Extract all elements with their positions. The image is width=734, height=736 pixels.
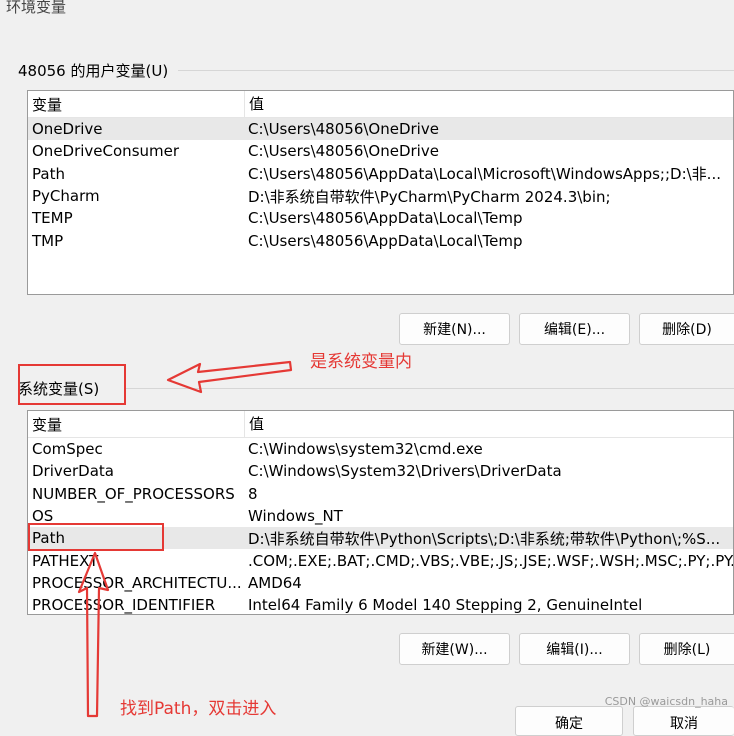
user-var-value: C:\Users\48056\OneDrive — [248, 142, 439, 161]
ok-button[interactable]: 确定 — [515, 706, 623, 736]
user-var-name: OneDrive — [32, 120, 103, 139]
system-var-value: D:\非系统自带软件\Python\Scripts\;D:\非系统;带软件\Py… — [248, 529, 721, 548]
user-var-row-pycharm[interactable]: PyCharm D:\非系统自带软件\PyCharm\PyCharm 2024.… — [28, 185, 733, 207]
user-var-value: D:\非系统自带软件\PyCharm\PyCharm 2024.3\bin; — [248, 187, 611, 206]
column-header-name[interactable]: 变量 — [28, 94, 244, 115]
system-var-row-processor-identifier[interactable]: PROCESSOR_IDENTIFIER Intel64 Family 6 Mo… — [28, 594, 733, 615]
system-var-value: Intel64 Family 6 Model 140 Stepping 2, G… — [248, 596, 643, 615]
system-new-button[interactable]: 新建(W)... — [399, 633, 510, 665]
user-var-value: C:\Users\48056\AppData\Local\Temp — [248, 209, 523, 228]
system-var-row-processor-architecture[interactable]: PROCESSOR_ARCHITECTU... AMD64 — [28, 572, 733, 594]
user-vars-group-divider — [178, 70, 734, 71]
user-var-value: C:\Users\48056\OneDrive — [248, 120, 439, 139]
user-var-row-onedrive[interactable]: OneDrive C:\Users\48056\OneDrive — [28, 118, 733, 141]
path-annotation: 找到Path，双击进入 — [120, 699, 277, 719]
column-header-value[interactable]: 值 — [244, 91, 733, 117]
user-var-value: C:\Users\48056\AppData\Local\Microsoft\W… — [248, 165, 721, 184]
system-var-row-pathext[interactable]: PATHEXT .COM;.EXE;.BAT;.CMD;.VBS;.VBE;.J… — [28, 549, 733, 571]
user-vars-list-header: 变量 值 — [28, 91, 733, 118]
user-vars-list[interactable]: 变量 值 OneDrive C:\Users\48056\OneDrive On… — [27, 90, 734, 295]
system-delete-button[interactable]: 删除(L) — [639, 633, 734, 665]
user-var-row-temp[interactable]: TEMP C:\Users\48056\AppData\Local\Temp — [28, 207, 733, 229]
system-var-name: ComSpec — [32, 440, 103, 459]
user-var-name: TMP — [32, 231, 64, 250]
system-var-value: 8 — [248, 484, 258, 503]
user-var-name: TEMP — [32, 209, 73, 228]
csdn-watermark: CSDN @waicsdn_haha — [604, 695, 728, 708]
user-edit-button[interactable]: 编辑(E)... — [519, 313, 630, 345]
system-var-name: PROCESSOR_ARCHITECTU... — [32, 573, 242, 592]
user-var-name: OneDriveConsumer — [32, 142, 180, 161]
system-var-name: PROCESSOR_IDENTIFIER — [32, 596, 216, 615]
user-var-row-onedriveconsumer[interactable]: OneDriveConsumer C:\Users\48056\OneDrive — [28, 140, 733, 162]
system-var-row-number-of-processors[interactable]: NUMBER_OF_PROCESSORS 8 — [28, 483, 733, 505]
system-var-row-driverdata[interactable]: DriverData C:\Windows\System32\Drivers\D… — [28, 460, 733, 482]
user-new-button[interactable]: 新建(N)... — [399, 313, 510, 345]
system-var-value: .COM;.EXE;.BAT;.CMD;.VBS;.VBE;.JS;.JSE;.… — [248, 551, 733, 570]
user-var-row-tmp[interactable]: TMP C:\Users\48056\AppData\Local\Temp — [28, 229, 733, 251]
system-vars-highlight-box — [18, 364, 126, 405]
column-header-name[interactable]: 变量 — [28, 414, 244, 435]
system-var-name: DriverData — [32, 462, 114, 481]
column-header-value[interactable]: 值 — [244, 411, 733, 437]
system-var-value: C:\Windows\System32\Drivers\DriverData — [248, 462, 562, 481]
system-vars-group-divider — [124, 388, 734, 389]
system-var-name: NUMBER_OF_PROCESSORS — [32, 484, 235, 503]
user-var-name: Path — [32, 164, 65, 183]
user-vars-group-label: 48056 的用户变量(U) — [18, 62, 169, 80]
user-delete-button[interactable]: 删除(D) — [639, 313, 734, 345]
system-var-value: Windows_NT — [248, 507, 343, 526]
window-title: 环境变量 — [6, 0, 67, 16]
path-row-highlight-box — [28, 523, 164, 551]
system-var-value: AMD64 — [248, 573, 302, 592]
system-vars-list-header: 变量 值 — [28, 411, 733, 438]
system-var-name: PATHEXT — [32, 551, 99, 570]
system-vars-annotation: 是系统变量内 — [310, 352, 412, 372]
cancel-button[interactable]: 取消 — [633, 706, 734, 736]
user-var-name: PyCharm — [32, 187, 100, 206]
system-edit-button[interactable]: 编辑(I)... — [519, 633, 630, 665]
system-vars-list[interactable]: 变量 值 ComSpec C:\Windows\system32\cmd.exe… — [27, 410, 734, 615]
system-var-value: C:\Windows\system32\cmd.exe — [248, 440, 483, 459]
system-var-row-comspec[interactable]: ComSpec C:\Windows\system32\cmd.exe — [28, 438, 733, 460]
user-var-row-path[interactable]: Path C:\Users\48056\AppData\Local\Micros… — [28, 163, 733, 185]
user-var-value: C:\Users\48056\AppData\Local\Temp — [248, 231, 523, 250]
